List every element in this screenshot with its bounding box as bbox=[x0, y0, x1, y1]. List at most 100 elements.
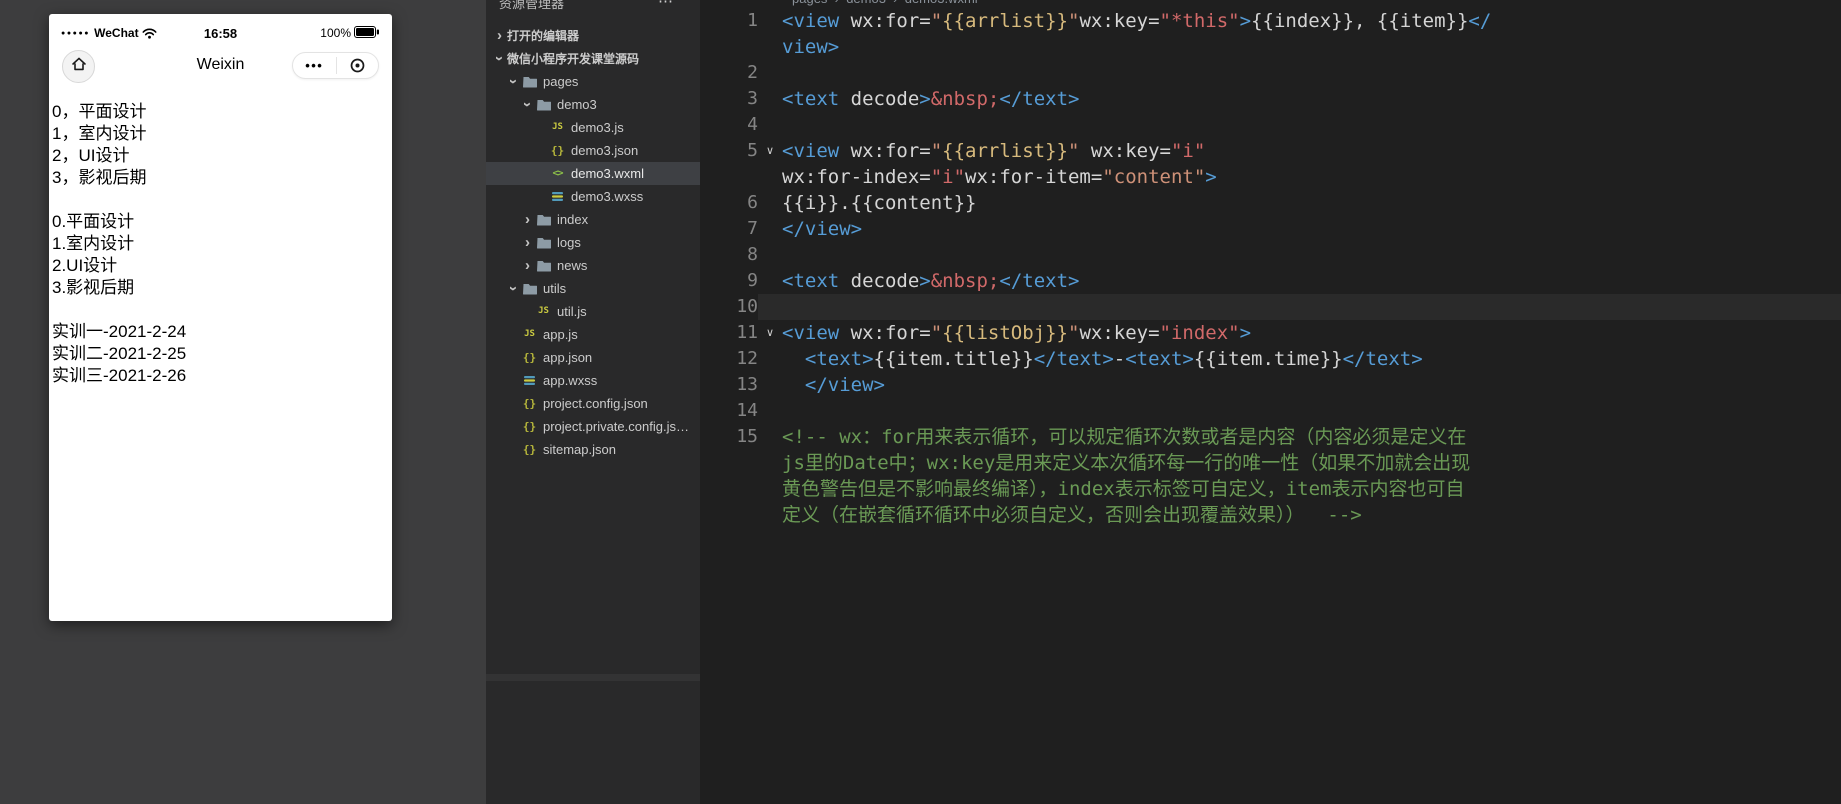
code-row[interactable]: 7 </view> bbox=[700, 216, 1841, 242]
tree-item[interactable]: demo3.wxss bbox=[486, 185, 700, 208]
chevron-down-icon[interactable]: › bbox=[505, 74, 522, 89]
gutter-spacer bbox=[758, 502, 782, 528]
code-line-text: </view> bbox=[782, 218, 863, 240]
tree-item-label: pages bbox=[543, 74, 579, 89]
code-row[interactable]: 11 ∨ <view wx:for="{{listObj}}"wx:key="ind… bbox=[700, 320, 1841, 346]
tree-item[interactable]: {} project.private.config.js… bbox=[486, 415, 700, 438]
gutter-spacer bbox=[758, 112, 782, 138]
code-row[interactable]: 9 <text decode>&nbsp;</text> bbox=[700, 268, 1841, 294]
code-row[interactable]: 5 ∨ <view wx:for="{{arrlist}}" wx:key="i" bbox=[700, 138, 1841, 164]
code-editor: 1 <view wx:for="{{arrlist}}"wx:key="*this… bbox=[700, 0, 1841, 804]
tree-item[interactable]: JS demo3.js bbox=[486, 116, 700, 139]
tree-item-label: project.private.config.js… bbox=[543, 419, 689, 434]
tree-item[interactable]: › utils bbox=[486, 277, 700, 300]
code-row[interactable]: view> bbox=[700, 34, 1841, 60]
phone-text-line: 0.平面设计 bbox=[52, 212, 135, 231]
gutter-spacer bbox=[758, 346, 782, 372]
chevron-right-icon[interactable]: › bbox=[492, 28, 507, 43]
more-menu-button[interactable]: ••• bbox=[305, 59, 323, 72]
json-file-icon: {} bbox=[522, 351, 537, 364]
fold-chevron-icon[interactable]: ∨ bbox=[758, 320, 782, 346]
code-line-text: js里的Date中；wx:key是用来定义本次循环每一行的唯一性（如果不加就会出… bbox=[782, 452, 1471, 474]
code-row[interactable]: 12 <text>{{item.title}}</text>-<text>{{i… bbox=[700, 346, 1841, 372]
code-row[interactable]: 定义（在嵌套循环循环中必须自定义，否则会出现覆盖效果）） --> bbox=[700, 502, 1841, 528]
code-row[interactable]: 14 bbox=[700, 398, 1841, 424]
code-row[interactable]: 1 <view wx:for="{{arrlist}}"wx:key="*this… bbox=[700, 8, 1841, 34]
tree-item-label: app.json bbox=[543, 350, 593, 365]
tree-item[interactable]: JS app.js bbox=[486, 323, 700, 346]
phone-text-line: 实训三-2021-2-26 bbox=[52, 366, 187, 385]
code-row[interactable]: 13 </view> bbox=[700, 372, 1841, 398]
code-row[interactable]: wx:for-index="i"wx:for-item="content"> bbox=[700, 164, 1841, 190]
tree-item-label: app.js bbox=[543, 327, 578, 342]
explorer-scrollbar[interactable] bbox=[486, 674, 700, 681]
tree-item[interactable]: › pages bbox=[486, 70, 700, 93]
line-number: 4 bbox=[747, 114, 758, 135]
code-row[interactable]: 黄色警告但是不影响最终编译），index表示标签可自定义，item表示内容也可自 bbox=[700, 476, 1841, 502]
file-explorer: 资源管理器 ⋯ › 打开的编辑器 › 微信小程序开发课堂源码 › pages › demo3 J… bbox=[486, 0, 700, 804]
chevron-right-icon[interactable]: › bbox=[520, 212, 535, 227]
gutter-spacer bbox=[758, 294, 782, 320]
chevron-right-icon[interactable]: › bbox=[520, 235, 535, 250]
code-area[interactable]: 1 <view wx:for="{{arrlist}}"wx:key="*this… bbox=[700, 0, 1841, 804]
code-row[interactable]: 8 bbox=[700, 242, 1841, 268]
explorer-section[interactable]: › 微信小程序开发课堂源码 bbox=[486, 47, 700, 70]
code-line-text: <text>{{item.title}}</text>-<text>{{item… bbox=[804, 348, 1423, 370]
tree-item[interactable]: <> demo3.wxml bbox=[486, 162, 700, 185]
tree-item[interactable]: {} demo3.json bbox=[486, 139, 700, 162]
phone-text-line bbox=[52, 189, 388, 211]
gutter-spacer bbox=[758, 372, 782, 398]
tree-item-label: util.js bbox=[557, 304, 587, 319]
tree-item[interactable]: app.wxss bbox=[486, 369, 700, 392]
code-row[interactable]: 10 bbox=[700, 294, 1841, 320]
code-row[interactable]: 2 bbox=[700, 60, 1841, 86]
capsule-menu: ••• bbox=[292, 52, 379, 79]
chevron-down-icon[interactable]: › bbox=[519, 97, 536, 112]
tree-item[interactable]: {} project.config.json bbox=[486, 392, 700, 415]
tree-item-label: logs bbox=[557, 235, 581, 250]
code-row[interactable]: js里的Date中；wx:key是用来定义本次循环每一行的唯一性（如果不加就会出… bbox=[700, 450, 1841, 476]
gutter-spacer bbox=[758, 476, 782, 502]
tree-item[interactable]: {} app.json bbox=[486, 346, 700, 369]
tree-item[interactable]: JS util.js bbox=[486, 300, 700, 323]
code-row[interactable]: 6 {{i}}.{{content}} bbox=[700, 190, 1841, 216]
wechat-devtools-window: ●●●●● WeChat 16:58 100% Weixin ••• 0，平面设… bbox=[0, 0, 1841, 804]
line-number: 10 bbox=[736, 296, 758, 317]
explorer-section[interactable]: › 打开的编辑器 bbox=[486, 24, 700, 47]
code-row[interactable]: 3 <text decode>&nbsp;</text> bbox=[700, 86, 1841, 112]
line-number: 6 bbox=[747, 192, 758, 213]
explorer-title: 资源管理器 bbox=[499, 0, 565, 11]
explorer-more-button[interactable]: ⋯ bbox=[658, 0, 674, 10]
gutter-spacer bbox=[758, 86, 782, 112]
tree-item[interactable]: › demo3 bbox=[486, 93, 700, 116]
tree-item[interactable]: › news bbox=[486, 254, 700, 277]
tree-item[interactable]: › logs bbox=[486, 231, 700, 254]
chevron-right-icon[interactable]: › bbox=[520, 258, 535, 273]
status-time: 16:58 bbox=[203, 25, 238, 41]
exit-circle-button[interactable] bbox=[349, 57, 366, 74]
tree-item[interactable]: › index bbox=[486, 208, 700, 231]
code-row[interactable]: 4 bbox=[700, 112, 1841, 138]
tree-item-label: app.wxss bbox=[543, 373, 598, 388]
js-file-icon: JS bbox=[552, 122, 563, 132]
explorer-header: 资源管理器 ⋯ bbox=[486, 0, 700, 24]
simulator-panel: ●●●●● WeChat 16:58 100% Weixin ••• 0，平面设… bbox=[0, 0, 486, 804]
code-line-text: 黄色警告但是不影响最终编译），index表示标签可自定义，item表示内容也可自 bbox=[782, 478, 1465, 500]
tree-item-label: 打开的编辑器 bbox=[507, 29, 580, 43]
json-file-icon: {} bbox=[522, 397, 537, 410]
chevron-down-icon[interactable]: › bbox=[505, 281, 522, 296]
tree-item[interactable]: {} sitemap.json bbox=[486, 438, 700, 461]
code-line-text: 定义（在嵌套循环循环中必须自定义，否则会出现覆盖效果）） --> bbox=[782, 504, 1362, 526]
tree-item-label: utils bbox=[543, 281, 567, 296]
gutter-spacer bbox=[758, 190, 782, 216]
fold-chevron-icon[interactable]: ∨ bbox=[758, 138, 782, 164]
line-number: 14 bbox=[736, 400, 758, 421]
phone-text-line: 2，UI设计 bbox=[52, 146, 130, 165]
tree-item-label: index bbox=[557, 212, 589, 227]
code-row[interactable]: 15 <!-- wx：for用来表示循环，可以规定循环次数或者是内容（内容必须是定… bbox=[700, 424, 1841, 450]
gutter-spacer bbox=[758, 60, 782, 86]
chevron-down-icon[interactable]: › bbox=[491, 51, 508, 66]
carrier-label: WeChat bbox=[94, 26, 139, 40]
signal-dots-icon: ●●●●● bbox=[61, 29, 91, 37]
folder-icon bbox=[521, 283, 538, 295]
